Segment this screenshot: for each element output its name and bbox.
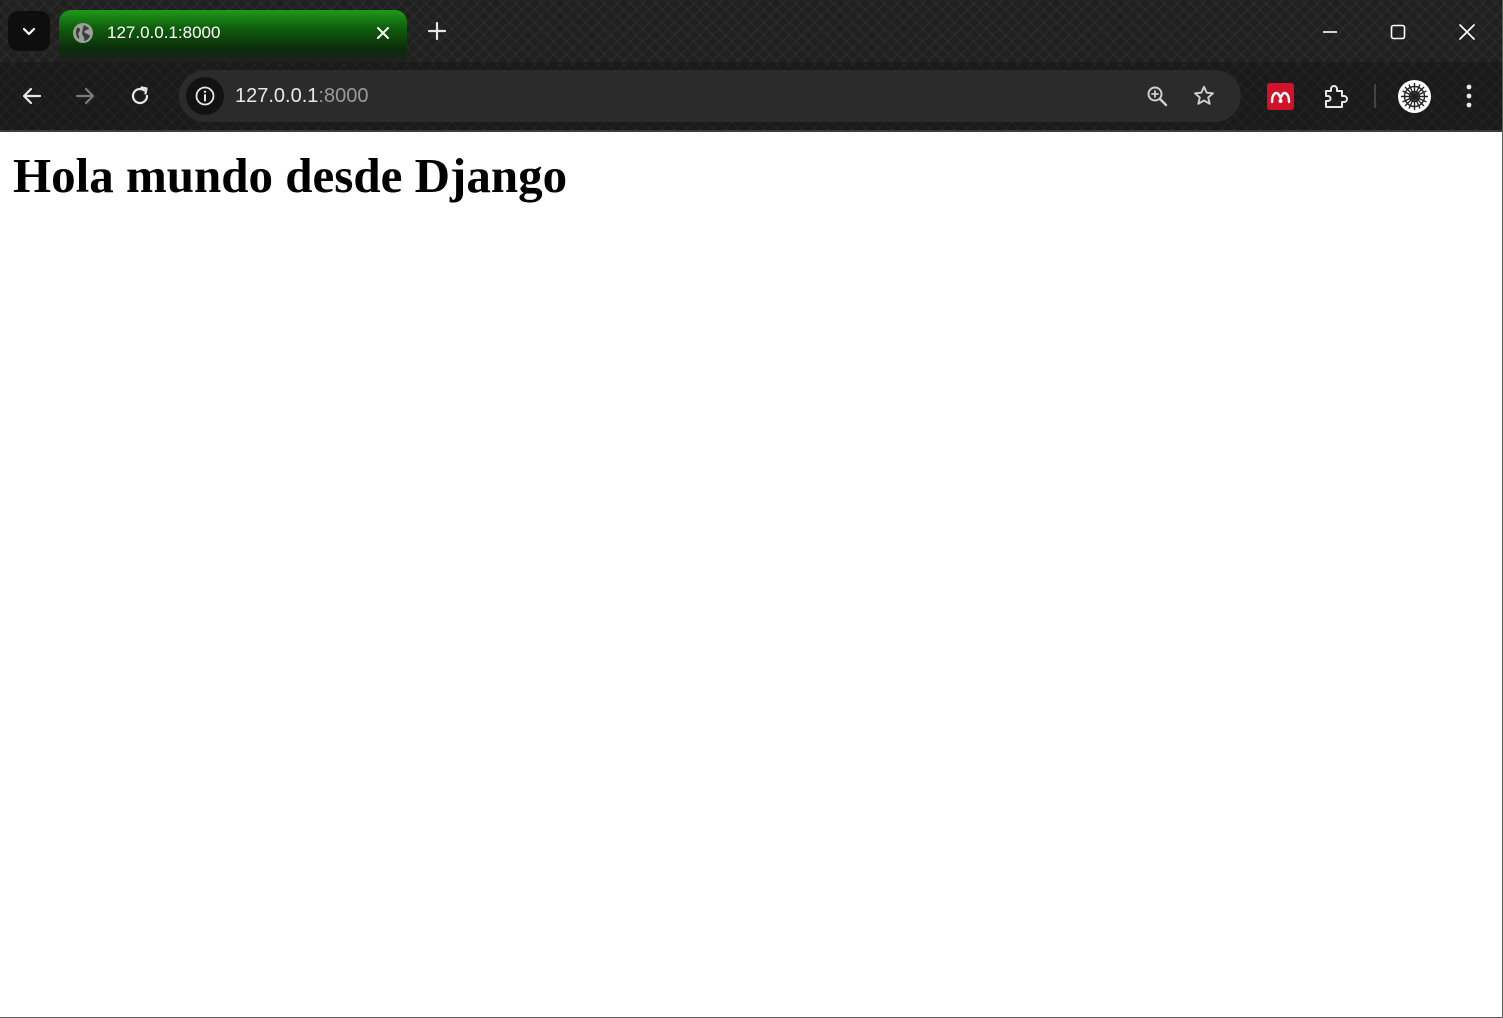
tab-search-button[interactable] [8,11,50,51]
tab-close-button[interactable] [371,21,395,45]
star-icon [1194,85,1214,105]
zoom-in-icon [1147,86,1168,107]
reload-button[interactable] [120,76,160,116]
tab-active[interactable]: 127.0.0.1:8000 [59,10,407,62]
close-window-button[interactable] [1444,10,1490,54]
profile-avatar-button[interactable] [1398,80,1431,113]
reload-icon [131,86,149,105]
new-tab-button[interactable] [420,14,454,48]
chevron-down-icon [22,27,36,36]
page-viewport: Hola mundo desde Django [0,132,1502,1017]
browser-toolbar: 127.0.0.1:8000 [0,62,1502,130]
arrow-right-icon [75,87,95,105]
back-button[interactable] [12,76,52,116]
forward-button[interactable] [65,76,105,116]
close-icon [1459,24,1475,40]
browser-menu-button[interactable] [1453,78,1485,114]
maximize-icon [1390,24,1406,40]
zoom-button[interactable] [1143,82,1171,110]
toolbar-divider [1374,84,1376,108]
avatar [1398,80,1431,113]
url-host: 127.0.0.1 [235,85,319,107]
url-port: :8000 [318,85,369,107]
minimize-button[interactable] [1307,10,1353,54]
close-icon [377,27,389,39]
minimize-icon [1323,31,1337,33]
mendeley-extension-button[interactable] [1267,83,1294,110]
tab-title: 127.0.0.1:8000 [107,23,221,42]
page-heading: Hola mundo desde Django [13,148,568,203]
tab-strip: 127.0.0.1:8000 [0,0,1502,62]
arrow-left-icon [22,87,42,105]
browser-window: 127.0.0.1:8000 127.0.0.1:8000 Hola mundo… [0,0,1503,1018]
globe-icon [73,23,93,43]
extensions-button[interactable] [1318,80,1352,112]
maximize-button[interactable] [1375,10,1421,54]
site-info-button[interactable] [186,77,224,115]
info-icon [195,86,215,106]
more-vertical-icon [1466,84,1472,108]
puzzle-icon [1325,85,1348,108]
mendeley-icon [1270,91,1291,103]
bookmark-button[interactable] [1190,82,1218,110]
address-bar[interactable]: 127.0.0.1:8000 [179,70,1241,122]
url-text[interactable]: 127.0.0.1:8000 [235,85,368,107]
plus-icon [427,21,447,41]
